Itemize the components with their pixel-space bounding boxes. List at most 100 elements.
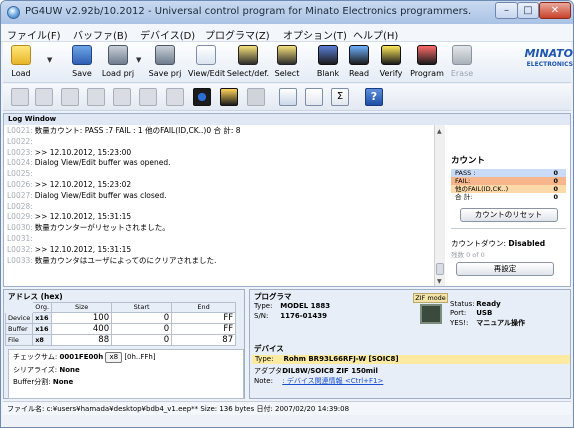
maximize-button[interactable]: □ bbox=[517, 2, 539, 19]
log-scrollbar[interactable]: ▲ ▼ bbox=[434, 125, 445, 286]
chip-read-icon bbox=[349, 45, 369, 65]
log-line: L0032: >> 12.10.2012, 15:31:15 bbox=[7, 245, 437, 256]
cell-start: 0 bbox=[111, 333, 173, 346]
edit-icon[interactable] bbox=[279, 88, 297, 106]
log-line-number: L0025: bbox=[7, 169, 33, 179]
log-line: L0026: >> 12.10.2012, 15:23:02 bbox=[7, 180, 437, 191]
cell-org: x8 bbox=[32, 333, 53, 346]
chip-verify-icon bbox=[381, 45, 401, 65]
log-line-number: L0032: bbox=[7, 244, 33, 254]
count-total-row: 合 計: 0 bbox=[455, 193, 558, 201]
view-edit-button[interactable]: View/Edit bbox=[188, 44, 225, 81]
page-icon[interactable] bbox=[11, 88, 29, 106]
pages-stack-icon[interactable] bbox=[61, 88, 79, 106]
log-line-number: L0028: bbox=[7, 201, 33, 211]
log-line-text: 数量カウント: PASS :7 FAIL : 1 他のFAIL(ID,CK..)… bbox=[34, 126, 241, 135]
table-row: Device x16 100 0 FF bbox=[4, 311, 237, 324]
pages-icon[interactable] bbox=[35, 88, 53, 106]
blank-button[interactable]: Blank bbox=[315, 44, 341, 81]
checksum-box: チェックサム: 0001FE00h x8 [0h..FFh] シリアライズ: N… bbox=[8, 349, 244, 399]
chip-config-icon[interactable] bbox=[220, 88, 238, 106]
title-bar[interactable]: PG4UW v2.92b/10.2012 - Universal control… bbox=[1, 1, 573, 24]
close-button[interactable]: ✕ bbox=[539, 2, 571, 19]
scroll-thumb[interactable] bbox=[436, 263, 444, 275]
log-line-number: L0029: bbox=[7, 212, 33, 222]
chip-icon bbox=[277, 45, 297, 65]
load-button[interactable]: Load bbox=[9, 44, 33, 81]
cell-size: 88 bbox=[51, 333, 113, 346]
status-bar: ファイル名: c:¥users¥hamada¥desktop¥bdb4_v1.e… bbox=[3, 401, 571, 415]
pages-stack-3-icon[interactable] bbox=[113, 88, 131, 106]
log-line: L0027: Dialog View/Edit buffer was closed… bbox=[7, 191, 437, 202]
chip-blank-icon bbox=[318, 45, 338, 65]
pages-stack-4-icon[interactable] bbox=[139, 88, 157, 106]
log-line-text: 数量カウンタはユーザによってのにクリアされました. bbox=[34, 255, 217, 265]
read-button[interactable]: Read bbox=[346, 44, 372, 81]
count-reset-button[interactable]: カウントのリセット bbox=[459, 208, 558, 222]
menu-help[interactable]: ヘルプ(H) bbox=[353, 27, 398, 42]
menu-programmer[interactable]: プログラマ(Z) bbox=[205, 27, 270, 42]
log-line-number: L0023: bbox=[7, 147, 33, 157]
device-title: デバイス bbox=[254, 344, 284, 353]
pages-stack-5-icon[interactable] bbox=[166, 88, 184, 106]
pages-stack-2-icon[interactable] bbox=[87, 88, 105, 106]
device-info-link[interactable]: : デバイス関連情報 <Ctrl+F1> bbox=[282, 377, 383, 385]
floppy-disk-icon bbox=[72, 45, 92, 65]
cell-org: x16 bbox=[32, 322, 53, 335]
select-default-button[interactable]: Select/def. bbox=[226, 44, 270, 81]
chip-program-icon bbox=[417, 45, 437, 65]
reset-setting-button[interactable]: 再設定 bbox=[456, 262, 554, 276]
log-line: L0022: bbox=[7, 137, 437, 148]
log-text-area[interactable]: L0021: 数量カウント: PASS :7 FAIL : 1 他のFAIL(ID… bbox=[7, 126, 437, 286]
scroll-up-icon[interactable]: ▲ bbox=[437, 128, 442, 135]
notes-icon[interactable] bbox=[305, 88, 323, 106]
program-button[interactable]: Program bbox=[410, 44, 444, 81]
load-project-button[interactable]: Load prj bbox=[100, 44, 136, 81]
minato-logo: MINATO ELECTRONICS bbox=[524, 47, 573, 68]
select-button[interactable]: Select bbox=[273, 44, 301, 81]
device-note: Note: : デバイス関連情報 <Ctrl+F1> bbox=[254, 377, 384, 385]
load-dropdown-icon[interactable]: ▼ bbox=[47, 56, 52, 64]
log-line: L0025: bbox=[7, 169, 437, 180]
main-toolbar: Load ▼ Save Load prj ▼ Save prj View/Edi… bbox=[3, 42, 573, 83]
menu-file[interactable]: ファイル(F) bbox=[7, 27, 61, 42]
app-icon bbox=[7, 6, 20, 19]
log-window: Log Window L0021: 数量カウント: PASS :7 FAIL : … bbox=[3, 113, 571, 287]
log-line: L0024: Dialog View/Edit buffer was opened… bbox=[7, 158, 437, 169]
row-label: Buffer bbox=[4, 322, 34, 335]
col-start: Start bbox=[111, 302, 173, 313]
save-button[interactable]: Save bbox=[69, 44, 95, 81]
log-line-number: L0033: bbox=[7, 255, 33, 265]
scroll-down-icon[interactable]: ▼ bbox=[437, 278, 442, 285]
minimize-button[interactable]: – bbox=[495, 2, 518, 19]
log-line-text: Dialog View/Edit buffer was closed. bbox=[34, 190, 167, 200]
checksum-width-button[interactable]: x8 bbox=[105, 352, 123, 363]
device-type-bar: Type: Rohm BR93L66RFJ-W [SOIC8] bbox=[252, 355, 570, 364]
log-line-text: >> 12.10.2012, 15:23:00 bbox=[34, 147, 132, 157]
corner-cell bbox=[4, 302, 34, 313]
log-line-text: Dialog View/Edit buffer was opened. bbox=[34, 158, 171, 168]
menu-device[interactable]: デバイス(D) bbox=[140, 27, 195, 42]
menu-options[interactable]: オプション(T) bbox=[283, 27, 347, 42]
cell-size: 400 bbox=[51, 322, 113, 335]
edit-document-icon bbox=[196, 45, 216, 65]
programmer-type: Type: MODEL 1883 bbox=[254, 302, 331, 310]
save-project-button[interactable]: Save prj bbox=[146, 44, 184, 81]
chip-disabled-icon[interactable] bbox=[247, 88, 265, 106]
help-icon[interactable]: ? bbox=[365, 88, 383, 106]
app-window: PG4UW v2.92b/10.2012 - Universal control… bbox=[0, 0, 574, 428]
chip-save-icon bbox=[155, 45, 175, 65]
menu-bar: ファイル(F) バッファ(B) デバイス(D) プログラマ(Z) オプション(T… bbox=[1, 24, 573, 42]
menu-buffer[interactable]: バッファ(B) bbox=[73, 27, 128, 42]
erase-button[interactable]: Erase bbox=[449, 44, 475, 81]
load-prj-dropdown-icon[interactable]: ▼ bbox=[136, 56, 141, 64]
programmer-panel: プログラマ Type: MODEL 1883 S/N: 1176-01439 Z… bbox=[249, 289, 571, 399]
log-line: L0028: bbox=[7, 202, 437, 213]
sum-icon[interactable]: Σ bbox=[331, 88, 349, 106]
programmer-status: Status: Ready Port: USB YES!: マニュアル操作 bbox=[450, 300, 525, 328]
log-line-number: L0026: bbox=[7, 179, 33, 189]
count-other-fail-row: 他のFAIL(ID,CK..) 0 bbox=[451, 185, 566, 193]
chip-info-icon[interactable] bbox=[193, 88, 211, 106]
col-end: End bbox=[171, 302, 237, 313]
verify-button[interactable]: Verify bbox=[377, 44, 405, 81]
